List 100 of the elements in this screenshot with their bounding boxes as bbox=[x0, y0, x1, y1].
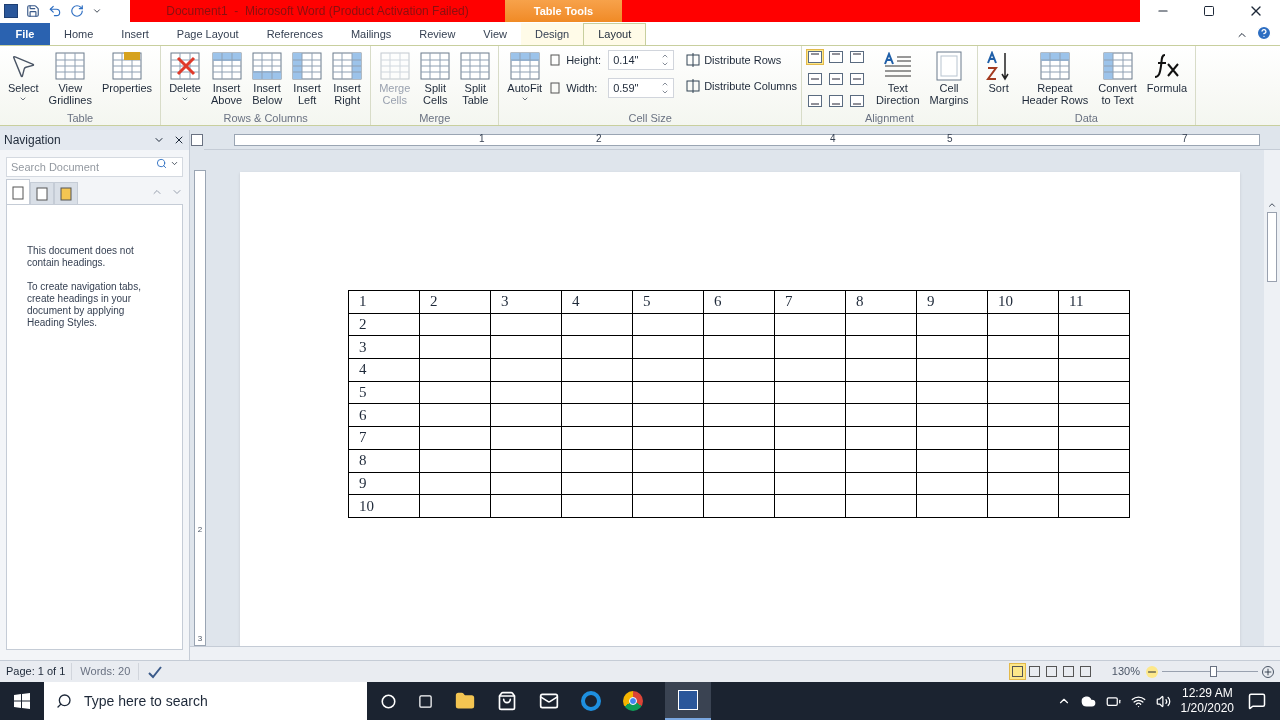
browser-icon[interactable] bbox=[623, 691, 643, 711]
taskbar-search-field[interactable]: Type here to search bbox=[44, 682, 367, 720]
ribbon-tab[interactable]: View bbox=[469, 23, 521, 45]
mail-icon[interactable] bbox=[539, 691, 559, 711]
align-button[interactable] bbox=[827, 49, 846, 65]
volume-icon[interactable] bbox=[1155, 693, 1171, 709]
help-icon[interactable] bbox=[1256, 25, 1272, 41]
align-button[interactable] bbox=[827, 71, 846, 87]
zoom-level[interactable]: 130% bbox=[1111, 663, 1140, 680]
formula-icon bbox=[1152, 52, 1181, 80]
align-button[interactable] bbox=[806, 71, 825, 87]
folder-icon[interactable] bbox=[455, 691, 475, 711]
customize-icon[interactable] bbox=[92, 6, 102, 16]
cloud-icon[interactable] bbox=[1080, 693, 1096, 709]
zoom-slider[interactable] bbox=[1162, 665, 1258, 678]
zoom-out-icon[interactable] bbox=[1146, 665, 1158, 678]
ribbon-button[interactable]: Convert to Text bbox=[1094, 46, 1141, 110]
table-cell bbox=[1058, 381, 1130, 404]
close-icon[interactable] bbox=[173, 134, 185, 146]
ribbon-button[interactable]: Cell Margins bbox=[925, 46, 973, 110]
ribbon-button[interactable]: Split Table bbox=[456, 46, 495, 110]
ribbon-button[interactable]: Select bbox=[4, 46, 43, 110]
vertical-scrollbar[interactable] bbox=[1264, 150, 1280, 646]
table-cell bbox=[845, 335, 917, 359]
table-cell bbox=[632, 449, 704, 472]
cortana-icon[interactable] bbox=[381, 693, 396, 709]
ribbon-tab[interactable]: Insert bbox=[107, 23, 163, 45]
ribbon-button[interactable]: Split Cells bbox=[416, 46, 455, 110]
table-cell bbox=[561, 313, 633, 336]
table-cell bbox=[987, 335, 1059, 359]
table-cell bbox=[845, 449, 917, 472]
table-cell: 2 bbox=[419, 290, 491, 314]
proofing-icon[interactable] bbox=[147, 664, 164, 679]
nav-view-tab[interactable] bbox=[30, 182, 54, 204]
table-cell bbox=[987, 313, 1059, 336]
caret-icon bbox=[181, 95, 189, 103]
word-count[interactable]: Words: 20 bbox=[72, 663, 140, 680]
table-cell bbox=[561, 472, 633, 495]
ribbon-tab[interactable]: Home bbox=[50, 23, 108, 45]
ribbon-button[interactable]: Repeat Header Rows bbox=[1017, 46, 1093, 110]
table-cell bbox=[490, 358, 562, 382]
ribbon-button[interactable]: AutoFit bbox=[503, 46, 547, 110]
table-cell bbox=[490, 403, 562, 427]
pane-message: This document does not contain headings. bbox=[27, 245, 135, 269]
ribbon-tab[interactable]: Mailings bbox=[336, 23, 406, 45]
align-button[interactable] bbox=[848, 71, 867, 87]
ribbon-button[interactable]: Insert Below bbox=[248, 46, 287, 110]
ribbon-tab[interactable]: Review bbox=[405, 23, 470, 45]
size-field[interactable]: 0.14" bbox=[608, 50, 675, 70]
slider-thumb[interactable] bbox=[1209, 666, 1217, 677]
ribbon-tab[interactable]: Design bbox=[521, 23, 584, 45]
table-cell bbox=[419, 449, 491, 472]
restore-icon[interactable] bbox=[1203, 5, 1215, 17]
ribbon-button[interactable]: Text Direction bbox=[872, 46, 924, 110]
distribute-button[interactable]: Distribute Rows bbox=[686, 52, 798, 68]
tab-selector[interactable] bbox=[191, 134, 203, 146]
ribbon-button[interactable]: Formula bbox=[1142, 46, 1192, 110]
task-view-icon[interactable] bbox=[418, 693, 433, 709]
ribbon-tab[interactable]: References bbox=[252, 23, 337, 45]
clock[interactable]: 12:29 AM 1/20/2020 bbox=[1180, 686, 1234, 716]
align-button[interactable] bbox=[827, 93, 846, 109]
scroll-up-icon[interactable] bbox=[1267, 200, 1277, 210]
file-tab[interactable]: File bbox=[0, 23, 50, 45]
table-cell: 3 bbox=[490, 290, 562, 314]
ribbon-tab[interactable]: Layout bbox=[583, 23, 647, 45]
undo-icon[interactable] bbox=[48, 4, 62, 18]
ribbon-button[interactable]: Sort bbox=[981, 46, 1016, 110]
page-count[interactable]: Page: 1 of 1 bbox=[0, 663, 73, 680]
align-button[interactable] bbox=[806, 49, 825, 65]
redo-icon[interactable] bbox=[70, 4, 84, 18]
ruler-number: 7 bbox=[1182, 133, 1188, 145]
ribbon-tab[interactable]: Page Layout bbox=[162, 23, 253, 45]
ribbon-button[interactable]: Delete bbox=[165, 46, 205, 110]
horizontal-scrollbar[interactable] bbox=[190, 646, 1280, 660]
table-cell: 5 bbox=[632, 290, 704, 314]
table-cell bbox=[774, 472, 846, 495]
table-cell bbox=[916, 472, 988, 495]
ribbon-button[interactable]: Insert Right bbox=[328, 46, 367, 110]
caret-icon bbox=[19, 95, 28, 103]
insert-left-icon bbox=[292, 52, 323, 80]
align-button[interactable] bbox=[806, 93, 825, 109]
scroll-thumb[interactable] bbox=[1267, 212, 1277, 282]
store-icon[interactable] bbox=[497, 691, 517, 711]
wifi-icon[interactable] bbox=[1130, 693, 1146, 709]
view-button[interactable] bbox=[1008, 663, 1026, 680]
notifications-icon[interactable] bbox=[1248, 692, 1266, 710]
save-icon[interactable] bbox=[26, 4, 40, 18]
search-field[interactable]: Search Document bbox=[6, 157, 183, 177]
alignment-icon bbox=[829, 95, 844, 107]
ribbon-button[interactable]: Insert Above bbox=[206, 46, 247, 110]
size-field[interactable]: 0.59" bbox=[608, 78, 675, 98]
distribute-button[interactable]: Distribute Columns bbox=[686, 78, 798, 94]
ribbon-button[interactable]: View Gridlines bbox=[44, 46, 96, 110]
ribbon-button[interactable]: Properties bbox=[98, 46, 157, 110]
ribbon-button[interactable]: Insert Left bbox=[288, 46, 327, 110]
table-cell bbox=[490, 426, 562, 450]
align-button[interactable] bbox=[848, 49, 867, 65]
align-button[interactable] bbox=[848, 93, 867, 109]
windows-start-icon[interactable] bbox=[14, 693, 30, 709]
table-cell bbox=[632, 403, 704, 427]
